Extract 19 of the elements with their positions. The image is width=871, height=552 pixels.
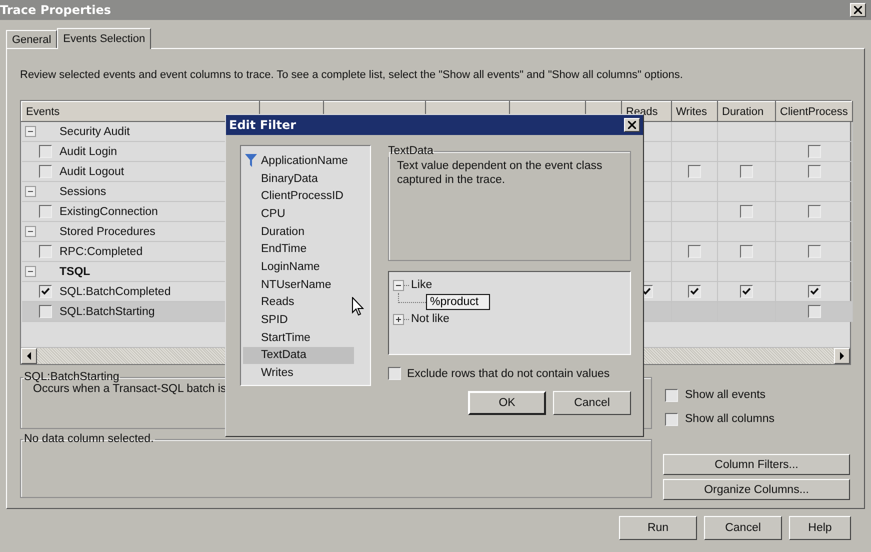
group-title: No data column selected. — [23, 433, 155, 445]
category-label: TSQL — [60, 266, 90, 278]
event-label: SQL:BatchStarting — [60, 306, 155, 318]
category-label: Security Audit — [60, 126, 130, 138]
option-label: Show all events — [685, 389, 766, 401]
group-title: TextData — [387, 145, 434, 157]
event-label: RPC:Completed — [60, 246, 143, 258]
option-label: Show all columns — [685, 413, 774, 425]
event-label: SQL:BatchCompleted — [60, 286, 171, 298]
group-title: SQL:BatchStarting — [23, 371, 120, 383]
window-title: Trace Properties — [0, 3, 112, 17]
instructions-text: Review selected events and event columns to trace. To see a complete list, select the "Show all events" and "Show all columns" options. — [20, 69, 684, 83]
event-label: Audit Login — [60, 146, 118, 158]
description-text: Text value dependent on the event class captured in the trace. — [397, 159, 604, 187]
event-label: Audit Logout — [60, 166, 124, 178]
checkbox-label: Exclude rows that do not contain values — [407, 368, 610, 380]
category-label: Stored Procedures — [60, 226, 156, 238]
category-label: Sessions — [60, 186, 106, 198]
event-label: ExistingConnection — [60, 206, 158, 218]
